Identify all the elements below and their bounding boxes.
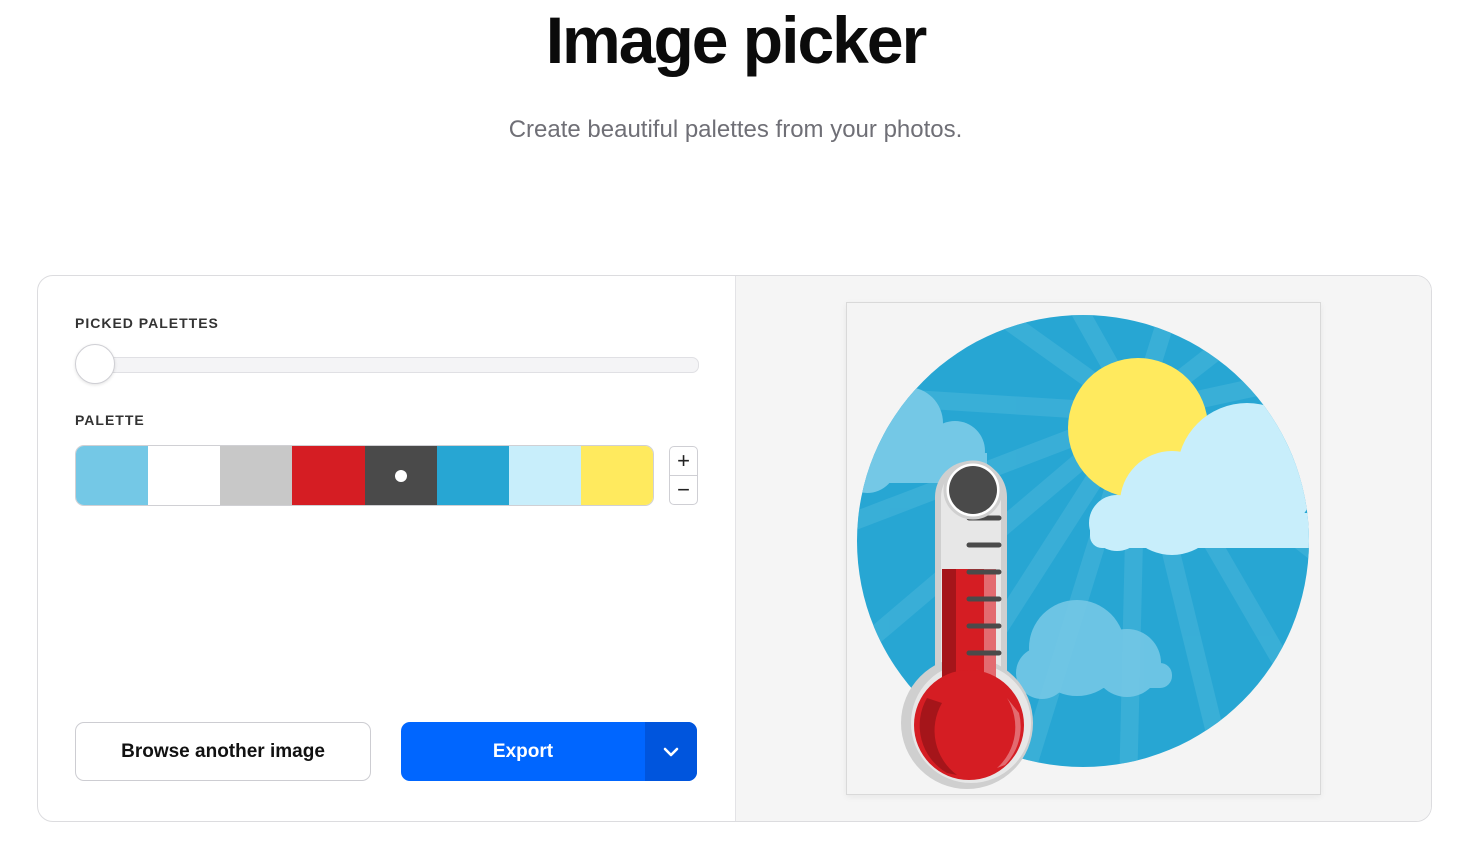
image-preview-panel xyxy=(735,276,1431,821)
selected-swatch-indicator xyxy=(394,469,407,482)
palette-swatch[interactable] xyxy=(76,446,149,505)
page-title: Image picker xyxy=(545,3,928,77)
picked-palettes-slider-thumb[interactable] xyxy=(75,344,115,384)
palette-swatches xyxy=(75,445,654,506)
chevron-down-icon xyxy=(663,747,679,756)
picked-palettes-label: PICKED PALETTES xyxy=(75,315,219,331)
browse-another-image-button[interactable]: Browse another image xyxy=(75,722,371,781)
controls-panel: PICKED PALETTES PALETTE + − Browse anoth… xyxy=(38,276,735,821)
thermometer-weather-illustration xyxy=(847,303,1320,794)
palette-card: PICKED PALETTES PALETTE + − Browse anoth… xyxy=(37,275,1432,822)
remove-color-button[interactable]: − xyxy=(670,476,697,504)
export-button-group: Export xyxy=(401,722,697,781)
palette-swatch[interactable] xyxy=(220,446,293,505)
palette-swatch[interactable] xyxy=(292,446,365,505)
palette-swatch[interactable] xyxy=(436,446,509,505)
palette-swatch[interactable] xyxy=(580,446,653,505)
export-button[interactable]: Export xyxy=(401,722,645,781)
palette-label: PALETTE xyxy=(75,412,145,428)
palette-swatch[interactable] xyxy=(508,446,581,505)
palette-size-stepper: + − xyxy=(669,446,698,505)
palette-swatch[interactable] xyxy=(148,446,221,505)
export-menu-button[interactable] xyxy=(645,722,697,781)
palette-swatch[interactable] xyxy=(364,446,437,505)
image-preview[interactable] xyxy=(846,302,1321,795)
add-color-button[interactable]: + xyxy=(670,447,697,476)
picked-palettes-slider-track[interactable] xyxy=(76,357,699,373)
page-subtitle: Create beautiful palettes from your phot… xyxy=(508,116,963,143)
